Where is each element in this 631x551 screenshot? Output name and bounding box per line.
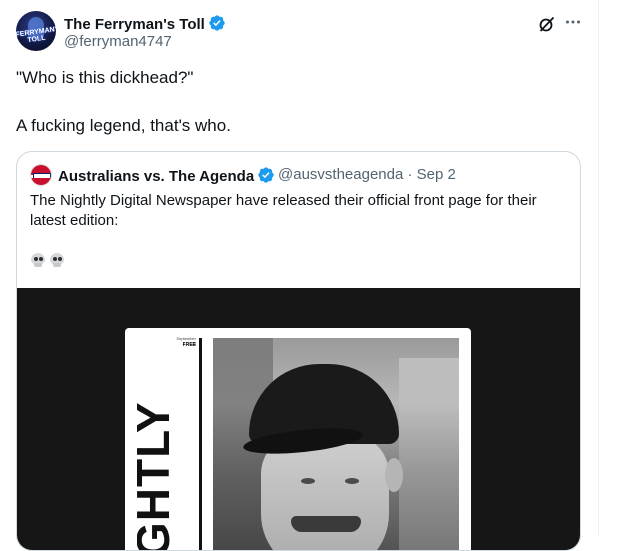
tweet-text: "Who is this dickhead?" A fucking legend…	[16, 68, 231, 135]
author-name-text: The Ferryman's Toll	[64, 16, 205, 33]
avatar-logo-text: FERRYMAN'S TOLL	[16, 25, 56, 45]
cover-photo	[213, 338, 459, 550]
newspaper-front-page: GHTLY September 2, 2025 FREE	[125, 328, 471, 551]
skull-icon	[49, 253, 65, 267]
quoted-author-handle-date: @ausvstheagenda · Sep 2	[278, 166, 456, 183]
author-display-name[interactable]: The Ferryman's Toll	[64, 14, 226, 34]
quoted-author-avatar	[30, 164, 52, 186]
mustache-shape	[291, 516, 361, 532]
skull-emoji-row	[30, 252, 68, 272]
author-handle[interactable]: @ferryman4747	[64, 33, 172, 51]
newspaper-price: FREE	[182, 342, 196, 348]
grok-icon[interactable]	[537, 14, 557, 34]
masthead-rule	[199, 338, 202, 550]
quoted-tweet-media[interactable]: GHTLY September 2, 2025 FREE	[17, 288, 580, 551]
more-options-icon[interactable]	[565, 14, 581, 30]
quoted-tweet-card[interactable]: Australians vs. The Agenda @ausvstheagen…	[16, 151, 581, 551]
skull-icon	[30, 253, 46, 267]
quoted-tweet-text: The Nightly Digital Newspaper have relea…	[30, 192, 537, 229]
verified-badge-icon	[209, 15, 225, 31]
column-divider	[598, 0, 599, 537]
quoted-author-name-text: Australians vs. The Agenda	[58, 168, 255, 185]
newspaper-masthead: GHTLY	[137, 334, 171, 551]
masthead-text: GHTLY	[137, 401, 171, 551]
author-avatar[interactable]: FERRYMAN'S TOLL	[16, 11, 56, 51]
verified-badge-icon	[258, 167, 274, 183]
quoted-author-name: Australians vs. The Agenda	[58, 166, 275, 186]
